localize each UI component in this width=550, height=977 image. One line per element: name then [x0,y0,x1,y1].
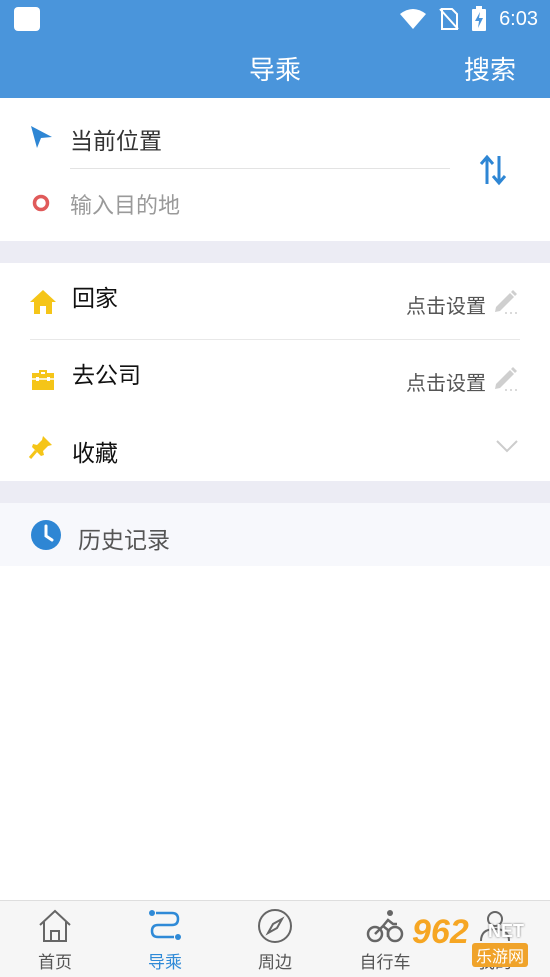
work-label: 去公司 [72,362,141,388]
home-set-link[interactable]: 点击设置 [406,290,486,319]
chevron-down-icon[interactable] [496,439,518,453]
bottom-tab-bar: 首页 导乘 周边 自行车 我的 962 N [0,900,550,977]
section-gap [0,481,550,503]
tab-home-label: 首页 [38,953,72,972]
current-location-field[interactable]: 当前位置 [70,122,162,156]
tab-home[interactable]: 首页 [0,901,110,977]
work-set-link[interactable]: 点击设置 [406,367,486,396]
pin-icon [28,436,52,459]
favorites-label: 收藏 [72,440,118,466]
pencil-icon[interactable] [492,364,520,392]
clock-icon [31,520,61,550]
history-label: 历史记录 [78,527,170,553]
house-icon [39,909,71,942]
route-panel: 当前位置 输入目的地 [0,98,550,241]
destination-input[interactable]: 输入目的地 [70,188,180,220]
destination-dot-icon [28,190,54,216]
notification-icon [14,7,40,31]
status-time: 6:03 [499,7,538,30]
pencil-icon[interactable] [492,287,520,315]
home-label: 回家 [72,285,118,311]
route-icon [149,910,181,940]
section-gap [0,241,550,263]
watermark-sub: 乐游网 [472,943,529,967]
status-bar: 6:03 [0,0,550,38]
location-arrow-icon [28,124,54,150]
swap-icon[interactable] [478,154,508,186]
compass-icon [258,909,292,943]
tab-nearby-label: 周边 [258,953,292,972]
search-button[interactable]: 搜索 [464,50,516,87]
no-sim-icon [439,8,459,30]
route-divider [70,168,450,169]
title-bar: 导乘 搜索 [0,38,550,98]
watermark-logo: 962 NET 乐游网 [402,907,542,971]
bicycle-icon [366,910,404,943]
watermark-suffix: NET [488,921,524,941]
home-row[interactable]: 回家 点击设置 [0,263,550,340]
watermark-brand: 962 [412,913,469,951]
status-icons: 6:03 [399,6,538,32]
wifi-icon [400,9,427,29]
briefcase-icon [32,370,54,390]
history-row[interactable]: 历史记录 [0,503,550,566]
battery-charging-icon [472,6,487,31]
favorites-row[interactable]: 收藏 [0,417,550,481]
tab-guide[interactable]: 导乘 [110,901,220,977]
shortcut-list: 回家 点击设置 去公司 点击设置 收藏 [0,263,550,481]
tab-guide-label: 导乘 [148,953,182,972]
tab-nearby[interactable]: 周边 [220,901,330,977]
home-icon [30,290,56,314]
work-row[interactable]: 去公司 点击设置 [0,340,550,417]
